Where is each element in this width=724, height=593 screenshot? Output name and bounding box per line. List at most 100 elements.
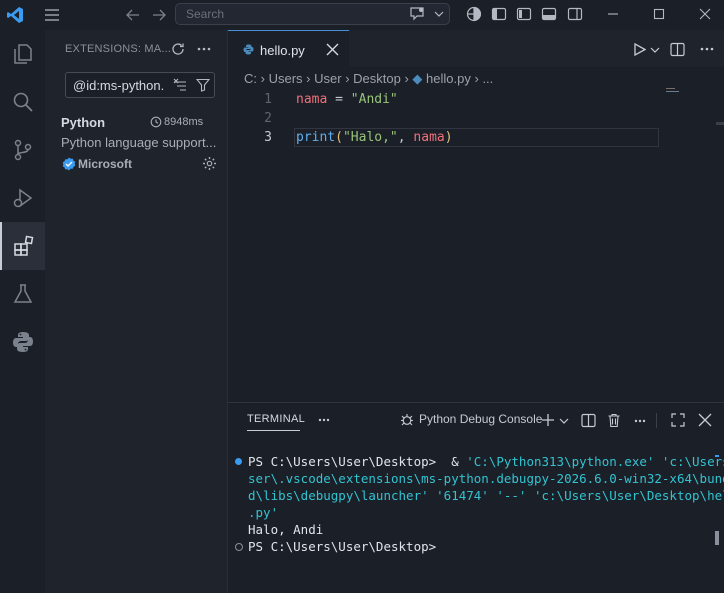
code-token: nama bbox=[296, 92, 328, 107]
terminal-line: .py' bbox=[248, 505, 279, 520]
back-arrow-icon[interactable] bbox=[124, 6, 142, 24]
command-decoration-success-icon[interactable] bbox=[235, 458, 242, 465]
minimap[interactable] bbox=[666, 88, 682, 96]
code-token: , bbox=[397, 130, 414, 145]
extension-activation-time: 8948ms bbox=[164, 116, 204, 128]
menu-icon[interactable] bbox=[44, 7, 60, 23]
history-clock-icon bbox=[150, 116, 162, 128]
editor-tab-bar: hello.py bbox=[228, 30, 724, 67]
refresh-icon[interactable] bbox=[171, 42, 185, 56]
breadcrumb-item[interactable]: ... bbox=[482, 71, 493, 86]
extensions-sidebar: EXTENSIONS: MA... @id:ms-python. Python … bbox=[45, 30, 228, 593]
python-icon bbox=[12, 332, 33, 352]
tab-label: hello.py bbox=[260, 43, 305, 58]
extensions-button[interactable] bbox=[0, 222, 45, 270]
code-line-1[interactable]: nama = "Andi" bbox=[296, 92, 398, 107]
terminal-profile-chevron-icon[interactable] bbox=[559, 417, 569, 425]
extensions-icon bbox=[13, 235, 33, 256]
breadcrumb: C: › Users › User › Desktop › ◆ hello.py… bbox=[244, 71, 493, 87]
toggle-sidebar-left-icon[interactable] bbox=[516, 6, 532, 22]
toolbar-divider bbox=[656, 413, 657, 428]
split-terminal-icon[interactable] bbox=[581, 413, 596, 428]
maximize-icon[interactable] bbox=[651, 6, 667, 22]
terminal-line: PS C:\Users\User\Desktop> & 'C:\Python31… bbox=[248, 454, 724, 469]
code-token: ( bbox=[335, 130, 343, 145]
tab-terminal[interactable]: TERMINAL bbox=[247, 413, 305, 425]
code-token: = bbox=[327, 92, 351, 107]
code-token: ) bbox=[444, 130, 453, 145]
terminal-prompt: PS C:\Users\User\Desktop> & bbox=[248, 454, 467, 469]
trash-icon[interactable] bbox=[607, 413, 621, 428]
activity-bar bbox=[0, 30, 45, 593]
python-file-icon bbox=[243, 44, 254, 55]
search-button[interactable] bbox=[0, 78, 45, 126]
extensions-search-input[interactable]: @id:ms-python. bbox=[65, 72, 215, 98]
close-panel-icon[interactable] bbox=[698, 413, 712, 427]
vscode-logo-icon bbox=[7, 7, 23, 23]
breadcrumb-item[interactable]: User bbox=[314, 71, 341, 86]
files-icon bbox=[13, 44, 32, 64]
toggle-primary-sidebar-icon[interactable] bbox=[491, 6, 507, 22]
run-debug-icon bbox=[13, 188, 32, 208]
search-placeholder: Search bbox=[186, 7, 225, 21]
search-icon bbox=[13, 92, 33, 112]
editor-area: hello.py C: › Users › User › Desktop › ◆… bbox=[228, 30, 724, 402]
terminal-scrollbar[interactable] bbox=[715, 531, 719, 545]
source-control-button[interactable] bbox=[0, 126, 45, 174]
breadcrumb-separator-icon: › bbox=[306, 71, 315, 86]
breadcrumb-item[interactable]: Users bbox=[269, 71, 303, 86]
active-tab-indicator bbox=[247, 430, 300, 431]
toggle-panel-icon[interactable] bbox=[541, 6, 557, 22]
more-actions-icon[interactable] bbox=[197, 47, 211, 51]
command-decoration-empty-icon[interactable] bbox=[235, 543, 243, 551]
run-python-file-icon[interactable] bbox=[633, 43, 646, 56]
minimize-icon[interactable] bbox=[605, 6, 621, 22]
sidebar-title: EXTENSIONS: MA... bbox=[65, 43, 172, 55]
run-debug-button[interactable] bbox=[0, 174, 45, 222]
close-window-icon[interactable] bbox=[697, 6, 713, 22]
editor-more-actions-icon[interactable] bbox=[700, 47, 714, 51]
new-terminal-plus-icon[interactable] bbox=[541, 413, 555, 427]
python-button[interactable] bbox=[0, 318, 45, 366]
maximize-panel-icon[interactable] bbox=[671, 413, 685, 427]
code-token: "Halo," bbox=[342, 130, 398, 145]
forward-arrow-icon[interactable] bbox=[150, 6, 168, 24]
explorer-button[interactable] bbox=[0, 30, 45, 78]
toggle-secondary-sidebar-icon[interactable] bbox=[567, 6, 583, 22]
code-line-3[interactable]: print("Halo,", nama) bbox=[296, 130, 453, 145]
chevron-down-icon[interactable] bbox=[434, 10, 444, 18]
terminal-more-actions-icon[interactable] bbox=[634, 419, 646, 423]
filter-icon[interactable] bbox=[196, 78, 210, 92]
code-token: "Andi" bbox=[350, 92, 398, 107]
breadcrumb-separator-icon: › bbox=[345, 71, 354, 86]
line-number: 1 bbox=[264, 92, 272, 107]
clear-filter-icon[interactable] bbox=[173, 78, 187, 92]
breadcrumb-item[interactable]: hello.py bbox=[426, 71, 471, 86]
gear-icon[interactable] bbox=[202, 156, 217, 171]
source-control-icon bbox=[14, 139, 31, 161]
extension-name: Python bbox=[61, 115, 106, 130]
title-bar: Search bbox=[0, 0, 724, 30]
run-options-chevron-icon[interactable] bbox=[650, 46, 660, 54]
copilot-chat-icon[interactable] bbox=[409, 6, 426, 22]
split-editor-icon[interactable] bbox=[670, 42, 685, 57]
command-search[interactable]: Search bbox=[175, 3, 450, 25]
terminal-panel: TERMINAL Python Debug Console PS C:\User… bbox=[228, 402, 724, 593]
breadcrumb-item[interactable]: C: bbox=[244, 71, 257, 86]
terminal-line: ser\.vscode\extensions\ms-python.debugpy… bbox=[248, 471, 724, 486]
line-number: 2 bbox=[264, 111, 272, 126]
code-token: nama bbox=[413, 130, 445, 145]
layout-controls-icon[interactable] bbox=[466, 6, 482, 22]
close-tab-icon[interactable] bbox=[326, 43, 339, 56]
extensions-search-value: @id:ms-python. bbox=[73, 78, 165, 93]
tab-hello-py[interactable]: hello.py bbox=[228, 30, 349, 67]
terminal-instance-label[interactable]: Python Debug Console bbox=[419, 412, 542, 426]
flask-icon bbox=[13, 284, 32, 303]
terminal-line: d\libs\debugpy\launcher' '61474' '--' 'c… bbox=[248, 488, 724, 503]
testing-button[interactable] bbox=[0, 270, 45, 318]
breadcrumb-separator-icon: › bbox=[260, 71, 269, 86]
code-token: print bbox=[296, 130, 336, 145]
panel-more-tabs-icon[interactable] bbox=[318, 418, 330, 422]
breadcrumb-item[interactable]: Desktop bbox=[353, 71, 401, 86]
terminal-output: Halo, Andi bbox=[248, 522, 324, 537]
